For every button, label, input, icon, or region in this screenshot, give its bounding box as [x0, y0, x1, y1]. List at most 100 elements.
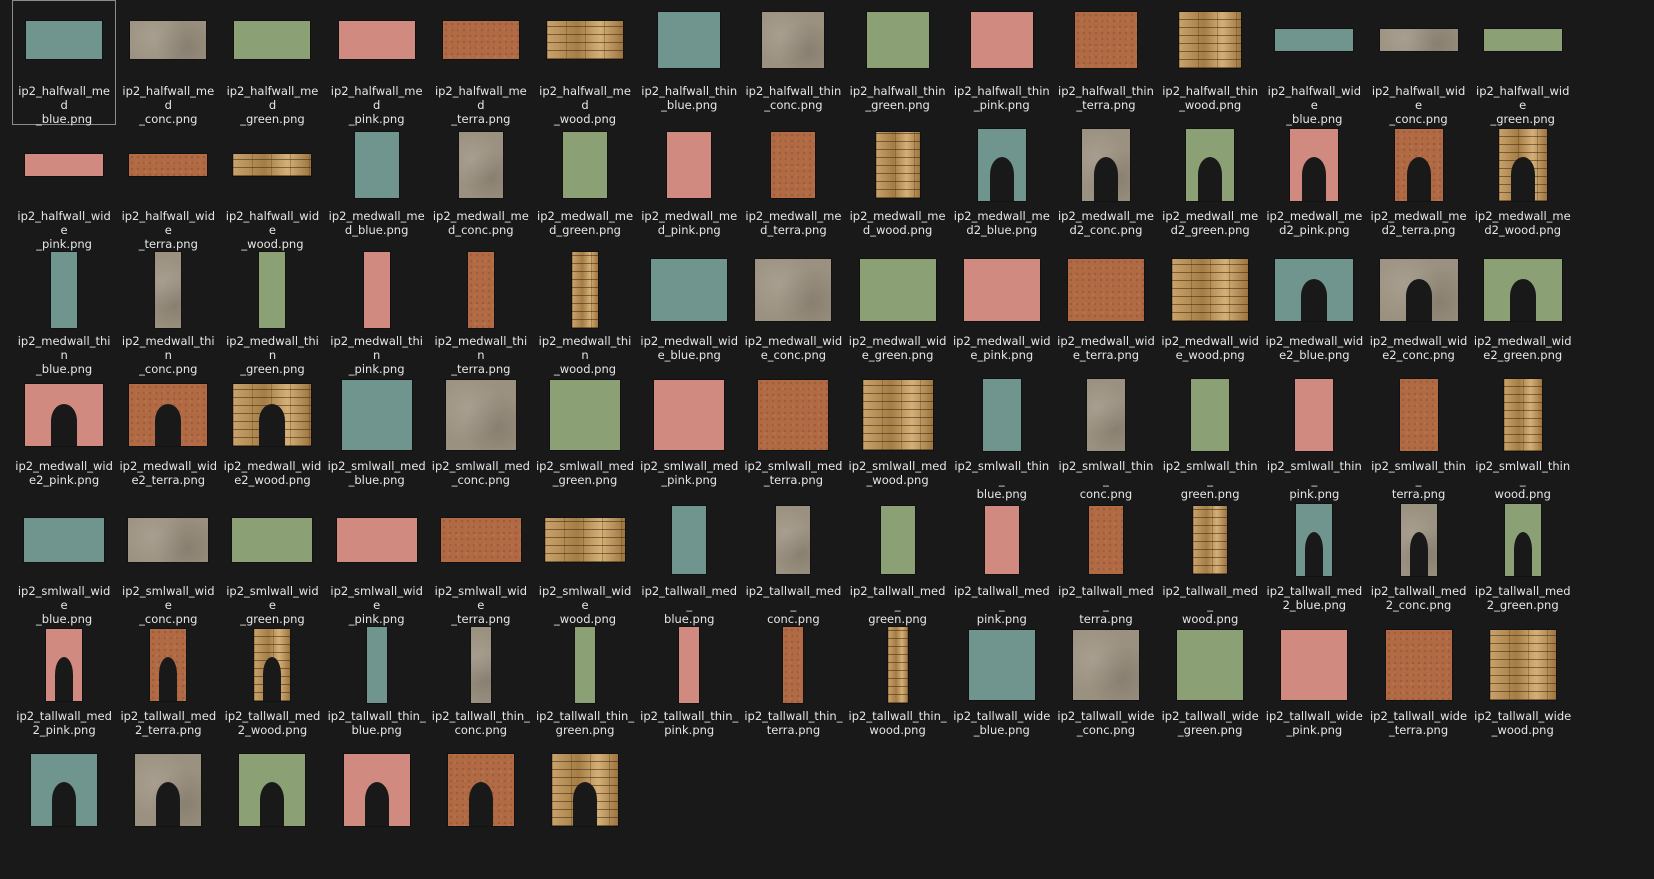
file-item[interactable]: ip2_smlwall_wide _wood.png	[533, 500, 637, 626]
file-item[interactable]: ip2_halfwall_thin _green.png	[846, 0, 950, 125]
file-item[interactable]: ip2_halfwall_thin _wood.png	[1158, 0, 1262, 125]
file-item[interactable]: ip2_medwall_thin _green.png	[220, 250, 324, 376]
file-item[interactable]: ip2_medwall_me d2_wood.png	[1471, 125, 1575, 250]
texture-thumbnail	[984, 506, 1019, 574]
file-item[interactable]: ip2_tallwall_med 2_terra.png	[116, 625, 220, 750]
file-item[interactable]: ip2_halfwall_wide _wood.png	[220, 125, 324, 251]
file-item[interactable]: ip2_tallwall_wide _conc.png	[1054, 625, 1158, 750]
file-item[interactable]: ip2_tallwall_thin_ conc.png	[429, 625, 533, 750]
file-item[interactable]: ip2_halfwall_med _terra.png	[429, 0, 533, 126]
file-item[interactable]: ip2_medwall_me d2_pink.png	[1262, 125, 1366, 250]
file-name: ip2_smlwall_med _terra.png	[744, 459, 843, 487]
file-item[interactable]: ip2_tallwall_thin_ terra.png	[741, 625, 845, 750]
file-item[interactable]: ip2_medwall_thin _terra.png	[429, 250, 533, 376]
file-item[interactable]: ip2_smlwall_med _wood.png	[846, 375, 950, 500]
file-item[interactable]: ip2_tallwall_med 2_pink.png	[12, 625, 116, 750]
file-item[interactable]: ip2_medwall_me d_terra.png	[741, 125, 845, 250]
file-item[interactable]	[12, 750, 116, 875]
file-item[interactable]: ip2_halfwall_med _pink.png	[325, 0, 429, 126]
file-item[interactable]: ip2_halfwall_thin _terra.png	[1054, 0, 1158, 125]
file-item[interactable]: ip2_tallwall_med_ green.png	[846, 500, 950, 626]
file-item[interactable]: ip2_halfwall_wide _terra.png	[116, 125, 220, 251]
file-item[interactable]: ip2_halfwall_thin _pink.png	[950, 0, 1054, 125]
file-item[interactable]: ip2_tallwall_med 2_blue.png	[1262, 500, 1366, 625]
file-item[interactable]: ip2_smlwall_wide _terra.png	[429, 500, 533, 626]
file-item[interactable]: ip2_medwall_wid e_conc.png	[741, 250, 845, 375]
file-item[interactable]: ip2_tallwall_med 2_wood.png	[220, 625, 324, 750]
file-item[interactable]: ip2_halfwall_wide _pink.png	[12, 125, 116, 251]
file-item[interactable]: ip2_medwall_wid e2_terra.png	[116, 375, 220, 500]
file-item[interactable]: ip2_smlwall_wide _pink.png	[325, 500, 429, 626]
file-item[interactable]: ip2_tallwall_med_ wood.png	[1158, 500, 1262, 626]
file-item[interactable]: ip2_tallwall_med 2_green.png	[1471, 500, 1575, 625]
file-item[interactable]: ip2_halfwall_med _green.png	[220, 0, 324, 126]
file-item[interactable]: ip2_medwall_me d_pink.png	[637, 125, 741, 250]
file-item[interactable]: ip2_tallwall_wide _wood.png	[1471, 625, 1575, 750]
file-item[interactable]: ip2_medwall_wid e2_green.png	[1471, 250, 1575, 375]
file-item[interactable]: ip2_medwall_me d2_blue.png	[950, 125, 1054, 250]
texture-thumbnail	[1081, 129, 1130, 201]
file-item[interactable]: ip2_tallwall_med_ conc.png	[741, 500, 845, 626]
file-item[interactable]: ip2_medwall_wid e2_blue.png	[1262, 250, 1366, 375]
file-item[interactable]	[429, 750, 533, 875]
file-item[interactable]: ip2_medwall_wid e_green.png	[846, 250, 950, 375]
file-item[interactable]: ip2_smlwall_med _pink.png	[637, 375, 741, 500]
file-item[interactable]: ip2_tallwall_med_ terra.png	[1054, 500, 1158, 626]
file-item[interactable]: ip2_tallwall_med_ pink.png	[950, 500, 1054, 626]
file-item[interactable]: ip2_smlwall_thin_ blue.png	[950, 375, 1054, 501]
file-item[interactable]: ip2_smlwall_med _blue.png	[325, 375, 429, 500]
file-item[interactable]: ip2_halfwall_wide _green.png	[1471, 0, 1575, 126]
file-item[interactable]: ip2_smlwall_med _terra.png	[741, 375, 845, 500]
file-item[interactable]: ip2_halfwall_med _conc.png	[116, 0, 220, 126]
file-item[interactable]: ip2_medwall_wid e_terra.png	[1054, 250, 1158, 375]
file-item[interactable]: ip2_medwall_wid e_pink.png	[950, 250, 1054, 375]
file-item[interactable]: ip2_smlwall_thin_ green.png	[1158, 375, 1262, 501]
file-item[interactable]: ip2_medwall_thin _pink.png	[325, 250, 429, 376]
file-item[interactable]: ip2_smlwall_med _conc.png	[429, 375, 533, 500]
file-item[interactable]: ip2_tallwall_med 2_conc.png	[1366, 500, 1470, 625]
file-item[interactable]	[116, 750, 220, 875]
file-item[interactable]: ip2_medwall_me d_green.png	[533, 125, 637, 250]
file-item[interactable]: ip2_smlwall_wide _conc.png	[116, 500, 220, 626]
file-item[interactable]: ip2_smlwall_thin_ terra.png	[1366, 375, 1470, 501]
file-item[interactable]	[325, 750, 429, 875]
file-item[interactable]: ip2_medwall_wid e2_wood.png	[220, 375, 324, 500]
file-item[interactable]: ip2_tallwall_thin_ wood.png	[846, 625, 950, 750]
file-item[interactable]	[533, 750, 637, 875]
file-item[interactable]: ip2_tallwall_wide _blue.png	[950, 625, 1054, 750]
file-item[interactable]: ip2_medwall_wid e_wood.png	[1158, 250, 1262, 375]
file-item[interactable]: ip2_tallwall_med_ blue.png	[637, 500, 741, 626]
file-item[interactable]: ip2_medwall_thin _wood.png	[533, 250, 637, 376]
file-item[interactable]: ip2_medwall_me d2_terra.png	[1366, 125, 1470, 250]
file-item[interactable]: ip2_tallwall_thin_ blue.png	[325, 625, 429, 750]
file-item[interactable]: ip2_halfwall_wide _blue.png	[1262, 0, 1366, 126]
file-item[interactable]: ip2_tallwall_wide _green.png	[1158, 625, 1262, 750]
file-item[interactable]: ip2_medwall_me d_conc.png	[429, 125, 533, 250]
file-item[interactable]: ip2_medwall_me d_blue.png	[325, 125, 429, 250]
file-name: ip2_smlwall_wide _green.png	[226, 584, 319, 626]
file-item[interactable]: ip2_medwall_me d_wood.png	[846, 125, 950, 250]
file-item[interactable]: ip2_tallwall_thin_ pink.png	[637, 625, 741, 750]
file-item[interactable]: ip2_halfwall_thin _blue.png	[637, 0, 741, 125]
file-item[interactable]: ip2_smlwall_wide _green.png	[220, 500, 324, 626]
file-item[interactable]: ip2_halfwall_med _blue.png	[12, 0, 117, 126]
file-item[interactable]: ip2_medwall_thin _conc.png	[116, 250, 220, 376]
file-item[interactable]: ip2_smlwall_thin_ wood.png	[1471, 375, 1575, 501]
file-item[interactable]: ip2_smlwall_wide _blue.png	[12, 500, 116, 626]
file-item[interactable]: ip2_tallwall_thin_ green.png	[533, 625, 637, 750]
file-item[interactable]: ip2_medwall_wid e2_pink.png	[12, 375, 116, 500]
file-item[interactable]: ip2_medwall_wid e_blue.png	[637, 250, 741, 375]
file-item[interactable]: ip2_tallwall_wide _pink.png	[1262, 625, 1366, 750]
file-item[interactable]: ip2_medwall_wid e2_conc.png	[1366, 250, 1470, 375]
file-item[interactable]: ip2_medwall_me d2_conc.png	[1054, 125, 1158, 250]
file-item[interactable]: ip2_medwall_thin _blue.png	[12, 250, 116, 376]
file-item[interactable]: ip2_smlwall_thin_ pink.png	[1262, 375, 1366, 501]
file-item[interactable]: ip2_smlwall_thin_ conc.png	[1054, 375, 1158, 501]
file-item[interactable]: ip2_medwall_me d2_green.png	[1158, 125, 1262, 250]
file-item[interactable]: ip2_halfwall_thin _conc.png	[741, 0, 845, 125]
file-item[interactable]: ip2_smlwall_med _green.png	[533, 375, 637, 500]
file-item[interactable]: ip2_tallwall_wide _terra.png	[1366, 625, 1470, 750]
file-item[interactable]	[220, 750, 324, 875]
file-item[interactable]: ip2_halfwall_med _wood.png	[533, 0, 637, 126]
file-item[interactable]: ip2_halfwall_wide _conc.png	[1366, 0, 1470, 126]
